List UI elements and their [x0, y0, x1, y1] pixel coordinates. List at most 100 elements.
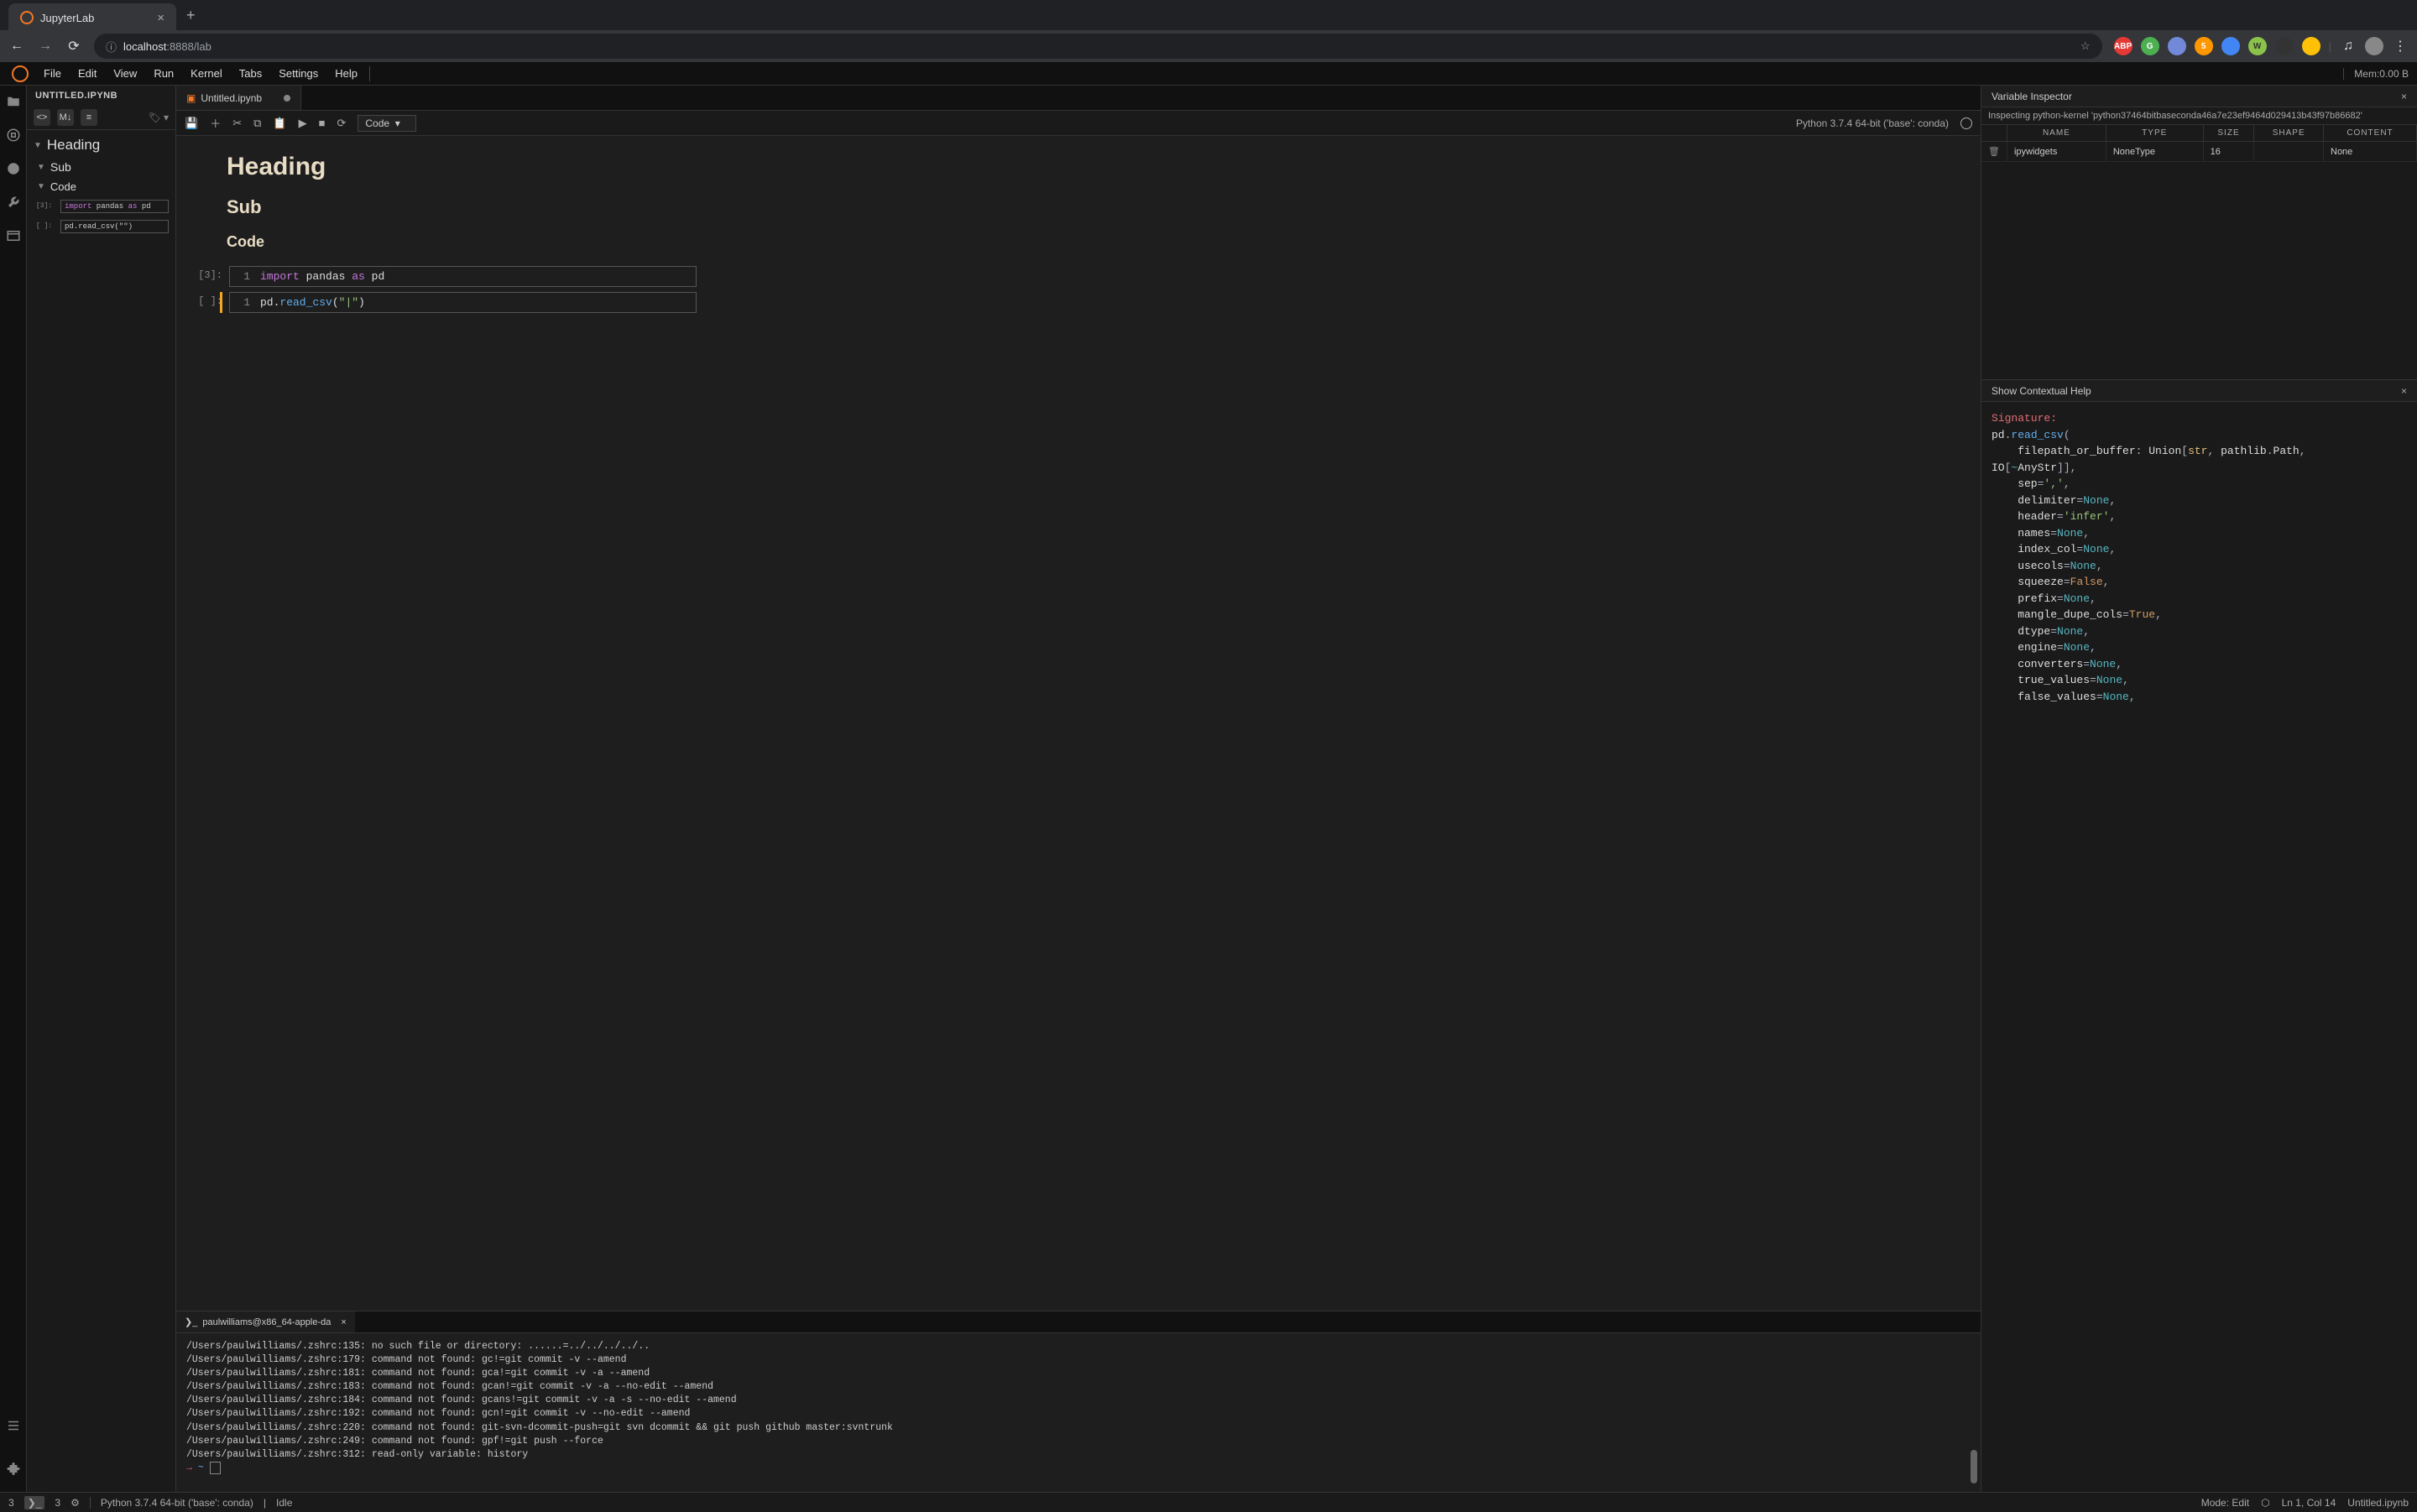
col-size[interactable]: SIZE: [2203, 125, 2254, 142]
tag-icon[interactable]: 🏷 ▾: [148, 112, 169, 123]
restart-icon[interactable]: ⟳: [337, 117, 346, 130]
notebook-icon: ▣: [186, 92, 196, 104]
cell-prompt: [3]:: [189, 266, 222, 281]
cut-icon[interactable]: ✂: [232, 117, 242, 130]
jupyter-menubar: File Edit View Run Kernel Tabs Settings …: [0, 62, 2417, 86]
status-mode[interactable]: Mode: Edit: [2201, 1497, 2249, 1509]
mini-cell[interactable]: [ ]:pd.read_csv(""): [60, 220, 169, 233]
alert-icon[interactable]: ⬡: [2261, 1497, 2269, 1509]
info-icon[interactable]: ⓘ: [106, 39, 117, 55]
var-inspector-tab[interactable]: Variable Inspector ×: [1981, 86, 2417, 107]
code-text[interactable]: pd.read_csv("|"): [255, 293, 370, 312]
trash-icon[interactable]: 🗑: [1981, 142, 2007, 162]
outline-sub[interactable]: ▼Sub: [27, 157, 175, 177]
status-kernel[interactable]: Python 3.7.4 64-bit ('base': conda): [101, 1497, 253, 1509]
kernel-status-icon[interactable]: [1960, 117, 1972, 129]
terminal-scrollbar[interactable]: [1971, 1450, 1977, 1483]
menu-run[interactable]: Run: [145, 64, 182, 83]
mini-cell[interactable]: [3]:import pandas as pd: [60, 200, 169, 213]
close-icon[interactable]: ×: [2401, 91, 2407, 102]
run-icon[interactable]: ▶: [299, 117, 307, 130]
cell-prompt: [ ]:: [189, 292, 222, 307]
contextual-help: Show Contextual Help × Signature: pd.rea…: [1981, 379, 2417, 1492]
gear-icon[interactable]: ⚙: [70, 1497, 80, 1509]
status-file[interactable]: Untitled.ipynb: [2347, 1497, 2409, 1509]
menu-tabs[interactable]: Tabs: [231, 64, 270, 83]
status-num1[interactable]: 3: [8, 1497, 14, 1509]
outline-code[interactable]: ▼Code: [27, 177, 175, 196]
sidebar-toolbar: <> M↓ ≡ 🏷 ▾: [27, 106, 175, 130]
url-input[interactable]: ⓘ localhost:8888/lab ☆: [94, 34, 2102, 59]
menu-help[interactable]: Help: [326, 64, 366, 83]
status-position[interactable]: Ln 1, Col 14: [2282, 1497, 2336, 1509]
left-sidebar: UNTITLED.IPYNB <> M↓ ≡ 🏷 ▾ ▼Heading ▼Sub…: [27, 86, 176, 1492]
close-tab-icon[interactable]: ×: [157, 11, 164, 25]
tabs-icon[interactable]: [6, 228, 21, 243]
col-content[interactable]: CONTENT: [2324, 125, 2417, 142]
notebook-body[interactable]: Heading Sub Code [3]: 1 import pandas as…: [176, 136, 1981, 1311]
terminal-tab-label: paulwilliams@x86_64-apple-da: [202, 1317, 331, 1327]
code-input[interactable]: 1 import pandas as pd: [229, 266, 697, 287]
menu-settings[interactable]: Settings: [270, 64, 326, 83]
paste-icon[interactable]: 📋: [273, 117, 286, 130]
col-type[interactable]: TYPE: [2106, 125, 2203, 142]
menu-view[interactable]: View: [105, 64, 145, 83]
table-row[interactable]: 🗑 ipywidgets NoneType 16 None: [1981, 142, 2417, 162]
media-icon[interactable]: ♫: [2340, 39, 2357, 54]
stop-icon[interactable]: ■: [319, 117, 326, 129]
close-icon[interactable]: ×: [341, 1317, 346, 1327]
discord-ext-icon[interactable]: [2168, 37, 2186, 55]
add-cell-icon[interactable]: ＋: [210, 115, 221, 131]
status-num2[interactable]: 3: [55, 1497, 60, 1509]
abp-ext-icon[interactable]: ABP: [2114, 37, 2132, 55]
variable-table: NAME TYPE SIZE SHAPE CONTENT 🗑 ipywidget…: [1981, 125, 2417, 162]
ctx-help-tab[interactable]: Show Contextual Help ×: [1981, 380, 2417, 402]
browser-tab[interactable]: JupyterLab ×: [8, 3, 176, 32]
cell-type-select[interactable]: Code ▾: [358, 115, 415, 132]
notebook-tabs: ▣ Untitled.ipynb: [176, 86, 1981, 111]
list-tool-icon[interactable]: ≡: [81, 109, 97, 126]
terminal-status-icon[interactable]: ❯_: [24, 1496, 45, 1509]
wrench-icon[interactable]: [6, 195, 21, 210]
menu-kernel[interactable]: Kernel: [182, 64, 231, 83]
forward-button[interactable]: →: [37, 39, 54, 54]
grammarly-ext-icon[interactable]: G: [2141, 37, 2159, 55]
extension-icon[interactable]: [6, 1460, 21, 1475]
code-cell[interactable]: [3]: 1 import pandas as pd: [227, 266, 697, 287]
col-name[interactable]: NAME: [2007, 125, 2106, 142]
tab-title: JupyterLab: [40, 12, 94, 24]
running-icon[interactable]: [6, 128, 21, 143]
list-icon[interactable]: [6, 1418, 21, 1433]
save-icon[interactable]: 💾: [185, 117, 198, 130]
code-text[interactable]: import pandas as pd: [255, 267, 389, 286]
reload-button[interactable]: ⟳: [65, 38, 82, 55]
profile-avatar[interactable]: [2365, 37, 2383, 55]
close-icon[interactable]: ×: [2401, 385, 2407, 397]
palette-icon[interactable]: [6, 161, 21, 176]
terminal-tab[interactable]: ❯_ paulwilliams@x86_64-apple-da ×: [176, 1311, 355, 1332]
copy-icon[interactable]: ⧉: [253, 117, 261, 130]
menu-icon[interactable]: ⋮: [2392, 38, 2409, 55]
code-input[interactable]: 1 pd.read_csv("|"): [229, 292, 697, 313]
google-ext-icon[interactable]: [2221, 37, 2240, 55]
new-tab-button[interactable]: +: [176, 7, 206, 24]
w-ext-icon[interactable]: W: [2248, 37, 2267, 55]
code-tool-icon[interactable]: <>: [34, 109, 50, 126]
menu-file[interactable]: File: [35, 64, 70, 83]
notebook-tab[interactable]: ▣ Untitled.ipynb: [176, 86, 301, 110]
menu-edit[interactable]: Edit: [70, 64, 105, 83]
jupyter-logo-icon[interactable]: [12, 65, 29, 82]
ext-icon-8[interactable]: [2302, 37, 2320, 55]
kernel-name[interactable]: Python 3.7.4 64-bit ('base': conda): [1796, 117, 1949, 129]
ctx-help-body[interactable]: Signature: pd.read_csv( filepath_or_buff…: [1981, 402, 2417, 1492]
star-icon[interactable]: ☆: [2080, 39, 2091, 53]
col-shape[interactable]: SHAPE: [2254, 125, 2324, 142]
terminal-body[interactable]: /Users/paulwilliams/.zshrc:135: no such …: [176, 1332, 1981, 1492]
html5-ext-icon[interactable]: 5: [2195, 37, 2213, 55]
folder-icon[interactable]: [6, 94, 21, 109]
markdown-tool-icon[interactable]: M↓: [57, 109, 74, 126]
back-button[interactable]: ←: [8, 39, 25, 54]
code-cell-active[interactable]: [ ]: 1 pd.read_csv("|"): [220, 292, 697, 313]
outline-heading[interactable]: ▼Heading: [27, 130, 175, 157]
ext-icon-7[interactable]: [2275, 37, 2294, 55]
